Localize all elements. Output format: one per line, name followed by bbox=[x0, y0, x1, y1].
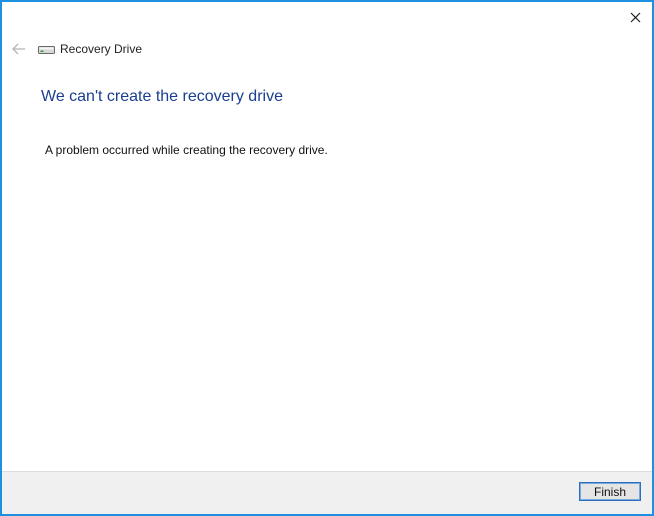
back-button[interactable] bbox=[6, 38, 32, 60]
navigation-bar: Recovery Drive bbox=[2, 38, 142, 60]
close-icon bbox=[630, 8, 641, 27]
page-heading: We can't create the recovery drive bbox=[41, 88, 283, 105]
drive-icon bbox=[38, 43, 56, 55]
window-title: Recovery Drive bbox=[60, 42, 143, 56]
finish-button[interactable]: Finish bbox=[579, 482, 641, 501]
back-arrow-icon bbox=[12, 40, 26, 59]
recovery-drive-window: Recovery Drive We can't create the recov… bbox=[0, 0, 654, 516]
footer-bar: Finish bbox=[2, 471, 652, 514]
error-message: A problem occurred while creating the re… bbox=[45, 143, 328, 157]
close-button[interactable] bbox=[618, 2, 652, 32]
